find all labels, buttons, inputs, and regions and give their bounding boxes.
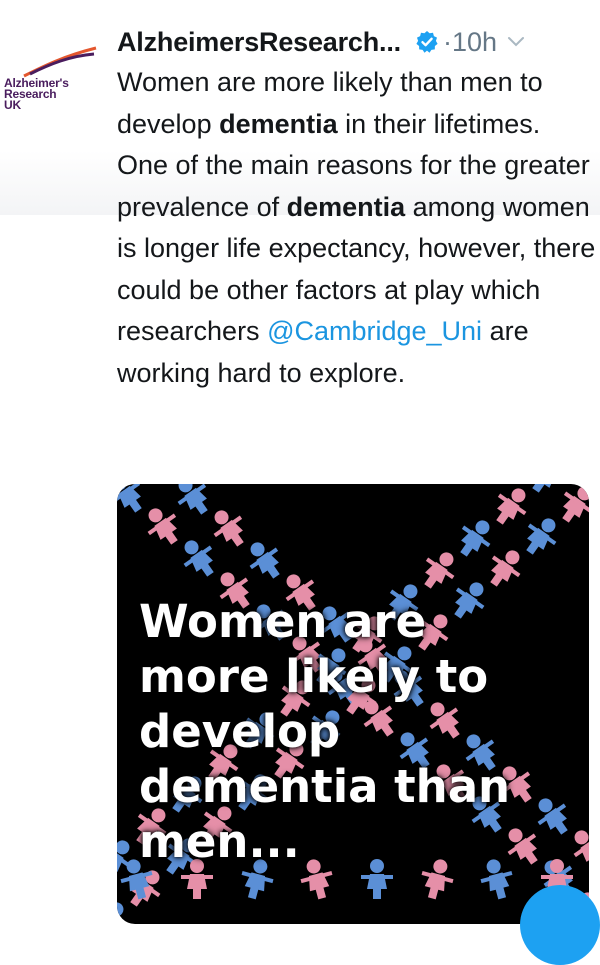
paper-figure [490, 550, 521, 587]
logo-line: UK [4, 98, 21, 112]
compose-tweet-button[interactable] [520, 885, 600, 965]
paper-figure [117, 902, 125, 924]
paper-figure [249, 542, 280, 579]
paper-figure [562, 486, 589, 523]
overlay-line: dementia than [139, 760, 511, 813]
chevron-down-icon[interactable] [507, 36, 525, 48]
paper-figure [183, 540, 214, 577]
paper-figure [532, 484, 556, 493]
verified-badge-icon [416, 31, 438, 53]
tweet-text: Women are more likely than men to develo… [117, 62, 597, 394]
paper-figure [526, 518, 557, 555]
paper-figure [177, 484, 208, 515]
paper-figure [460, 520, 491, 557]
paper-figure [496, 488, 527, 525]
media-overlay-text: Women are more likely to develop dementi… [139, 594, 579, 869]
tweet-timestamp[interactable]: ·10h [443, 27, 497, 58]
tweet-header: AlzheimersResearch... ·10h [117, 22, 600, 62]
paper-figure [117, 484, 142, 513]
tweet-bold-keyword: dementia [219, 108, 338, 139]
paper-figure [424, 552, 455, 589]
overlay-line: more likely to [139, 650, 489, 703]
overlay-line: Women are [139, 595, 427, 648]
tweet-bold-keyword: dementia [286, 191, 406, 222]
account-name[interactable]: AlzheimersResearch... [117, 27, 401, 58]
logo-swoosh-icon [23, 46, 97, 78]
mention-link[interactable]: @Cambridge_Uni [267, 316, 482, 346]
tweet-media-image[interactable]: Women are more likely to develop dementi… [117, 484, 589, 924]
overlay-line: men... [139, 815, 300, 868]
paper-figure [147, 508, 178, 545]
overlay-line: develop [139, 705, 341, 758]
account-logo-text: Alzheimer's Research UK [4, 77, 104, 112]
paper-figure [213, 510, 244, 547]
